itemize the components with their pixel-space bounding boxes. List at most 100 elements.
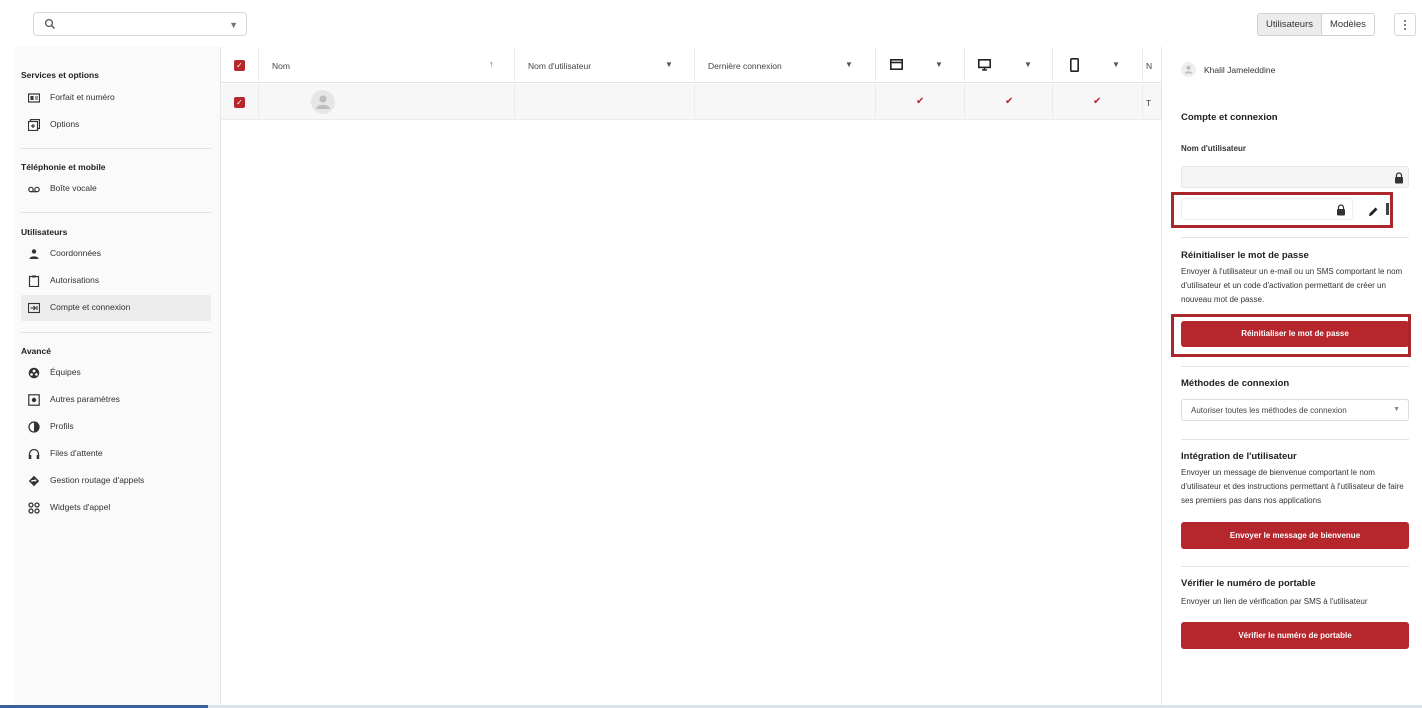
column-label: Dernière connexion bbox=[708, 61, 782, 71]
account-section-title: Compte et connexion bbox=[1181, 112, 1278, 123]
table-row[interactable]: ✓ ✔ ✔ ✔ T bbox=[221, 84, 1161, 120]
check-icon: ✔ bbox=[916, 96, 925, 107]
widgets-icon bbox=[28, 502, 40, 514]
column-label: N bbox=[1146, 61, 1153, 71]
avatar bbox=[311, 90, 335, 114]
login-icon bbox=[27, 302, 41, 314]
filter-icon[interactable]: ▼ bbox=[935, 60, 943, 69]
headset-icon bbox=[28, 448, 40, 460]
select-all-column: ✓ bbox=[221, 47, 259, 83]
top-bar: ▼ Utilisateurs Modèles bbox=[0, 0, 1422, 46]
section-divider bbox=[21, 212, 211, 213]
onboarding-title: Intégration de l'utilisateur bbox=[1181, 451, 1297, 462]
verify-mobile-title: Vérifier le numéro de portable bbox=[1181, 578, 1316, 589]
sidebar-item-call-routing[interactable]: Gestion routage d'appels bbox=[21, 468, 211, 494]
column-header-truncated[interactable]: N bbox=[1143, 47, 1161, 83]
section-title-advanced: Avancé bbox=[21, 346, 51, 356]
voicemail-icon bbox=[28, 183, 40, 195]
row-checkbox[interactable]: ✓ bbox=[234, 97, 245, 108]
plan-card-icon bbox=[27, 92, 41, 104]
settings-box-icon bbox=[28, 394, 40, 406]
filter-icon[interactable]: ▼ bbox=[665, 60, 673, 69]
user-details-panel: Khalil Jameleddine Compte et connexion N… bbox=[1161, 47, 1422, 705]
column-header-last-login[interactable]: Dernière connexion ▼ bbox=[695, 47, 876, 83]
sidebar-item-voicemail[interactable]: Boîte vocale bbox=[21, 176, 211, 202]
sidebar-item-account-login[interactable]: Compte et connexion bbox=[21, 295, 211, 321]
sidebar-item-queues[interactable]: Files d'attente bbox=[21, 441, 211, 467]
cell-last-login bbox=[695, 84, 876, 120]
username-field[interactable] bbox=[1181, 166, 1409, 188]
column-label: Nom bbox=[272, 61, 290, 71]
section-title-users: Utilisateurs bbox=[21, 227, 68, 237]
filter-icon[interactable]: ▼ bbox=[1024, 60, 1032, 69]
verify-mobile-button[interactable]: Vérifier le numéro de portable bbox=[1181, 622, 1409, 649]
profile-contrast-icon bbox=[28, 421, 40, 433]
sidebar-item-label: Compte et connexion bbox=[50, 302, 131, 312]
sidebar-item-label: Options bbox=[50, 119, 80, 129]
options-icon bbox=[27, 118, 41, 132]
cell-truncated-text: T bbox=[1146, 98, 1152, 108]
select-all-checkbox[interactable]: ✓ bbox=[234, 60, 245, 71]
sidebar-item-permissions[interactable]: Autorisations bbox=[21, 268, 211, 294]
toggle-users[interactable]: Utilisateurs bbox=[1258, 14, 1322, 35]
column-header-name[interactable]: Nom ↑ bbox=[259, 47, 515, 83]
sidebar-item-label: Équipes bbox=[50, 367, 81, 377]
cell-desktop: ✔ bbox=[876, 84, 965, 120]
chevron-down-icon: ▼ bbox=[1393, 406, 1400, 413]
sidebar-item-profiles[interactable]: Profils bbox=[21, 414, 211, 440]
send-welcome-button[interactable]: Envoyer le message de bienvenue bbox=[1181, 522, 1409, 549]
section-divider bbox=[21, 148, 211, 149]
lock-icon bbox=[1394, 171, 1404, 189]
sidebar-item-plan[interactable]: Forfait et numéro bbox=[21, 85, 211, 111]
clipboard-icon bbox=[28, 275, 40, 288]
search-icon bbox=[44, 17, 56, 35]
sidebar-item-label: Coordonnées bbox=[50, 248, 102, 258]
sort-ascending-icon[interactable]: ↑ bbox=[489, 59, 494, 69]
sidebar-item-options[interactable]: Options bbox=[21, 112, 211, 138]
teams-icon bbox=[28, 367, 40, 379]
sidebar-item-call-widgets[interactable]: Widgets d'appel bbox=[21, 495, 211, 521]
login-methods-value: Autoriser toutes les méthodes de connexi… bbox=[1191, 406, 1347, 415]
person-icon bbox=[28, 248, 40, 260]
search-dropdown-icon[interactable]: ▼ bbox=[229, 20, 238, 30]
filter-icon[interactable]: ▼ bbox=[1112, 60, 1120, 69]
check-icon: ✔ bbox=[1005, 96, 1014, 107]
section-title-telephony: Téléphonie et mobile bbox=[21, 162, 106, 172]
settings-sidebar: Services et options Forfait et numéro Op… bbox=[14, 47, 221, 705]
sidebar-item-contact[interactable]: Coordonnées bbox=[21, 241, 211, 267]
column-header-mobile[interactable]: ▼ bbox=[1053, 47, 1143, 83]
login-methods-title: Méthodes de connexion bbox=[1181, 378, 1290, 389]
cell-username bbox=[515, 84, 695, 120]
column-header-desktop[interactable]: ▼ bbox=[876, 47, 965, 83]
column-label: Nom d'utilisateur bbox=[528, 61, 592, 71]
desktop-app-icon bbox=[890, 59, 903, 72]
section-title-services: Services et options bbox=[21, 70, 99, 80]
more-options-button[interactable] bbox=[1394, 13, 1416, 36]
row-select-cell: ✓ bbox=[221, 84, 259, 120]
sidebar-item-label: Files d'attente bbox=[50, 448, 103, 458]
verify-mobile-description: Envoyer un lien de vérification par SMS … bbox=[1181, 597, 1368, 606]
username-label: Nom d'utilisateur bbox=[1181, 144, 1247, 153]
section-divider bbox=[1181, 566, 1409, 567]
sidebar-item-teams[interactable]: Équipes bbox=[21, 360, 211, 386]
column-header-username[interactable]: Nom d'utilisateur ▼ bbox=[515, 47, 695, 83]
mobile-phone-icon bbox=[1070, 58, 1080, 74]
app-window: ▼ Utilisateurs Modèles Services et optio… bbox=[0, 0, 1422, 708]
login-methods-select[interactable]: Autoriser toutes les méthodes de connexi… bbox=[1181, 399, 1409, 421]
user-name: Khalil Jameleddine bbox=[1204, 65, 1276, 75]
filter-icon[interactable]: ▼ bbox=[845, 60, 853, 69]
column-header-web[interactable]: ▼ bbox=[965, 47, 1053, 83]
sidebar-item-label: Profils bbox=[50, 421, 74, 431]
toggle-templates[interactable]: Modèles bbox=[1322, 14, 1374, 35]
cell-name bbox=[259, 84, 515, 120]
sidebar-item-other-settings[interactable]: Autres paramètres bbox=[21, 387, 211, 413]
search-box[interactable]: ▼ bbox=[33, 12, 247, 36]
section-divider bbox=[1181, 439, 1409, 440]
cell-mobile: ✔ bbox=[1053, 84, 1143, 120]
avatar bbox=[1181, 62, 1196, 77]
sidebar-item-label: Boîte vocale bbox=[50, 183, 97, 193]
monitor-icon bbox=[978, 59, 991, 73]
cell-truncated: T bbox=[1143, 84, 1161, 120]
users-table: ✓ Nom ↑ Nom d'utilisateur ▼ Dernière con… bbox=[221, 47, 1161, 705]
search-input[interactable] bbox=[62, 16, 222, 32]
